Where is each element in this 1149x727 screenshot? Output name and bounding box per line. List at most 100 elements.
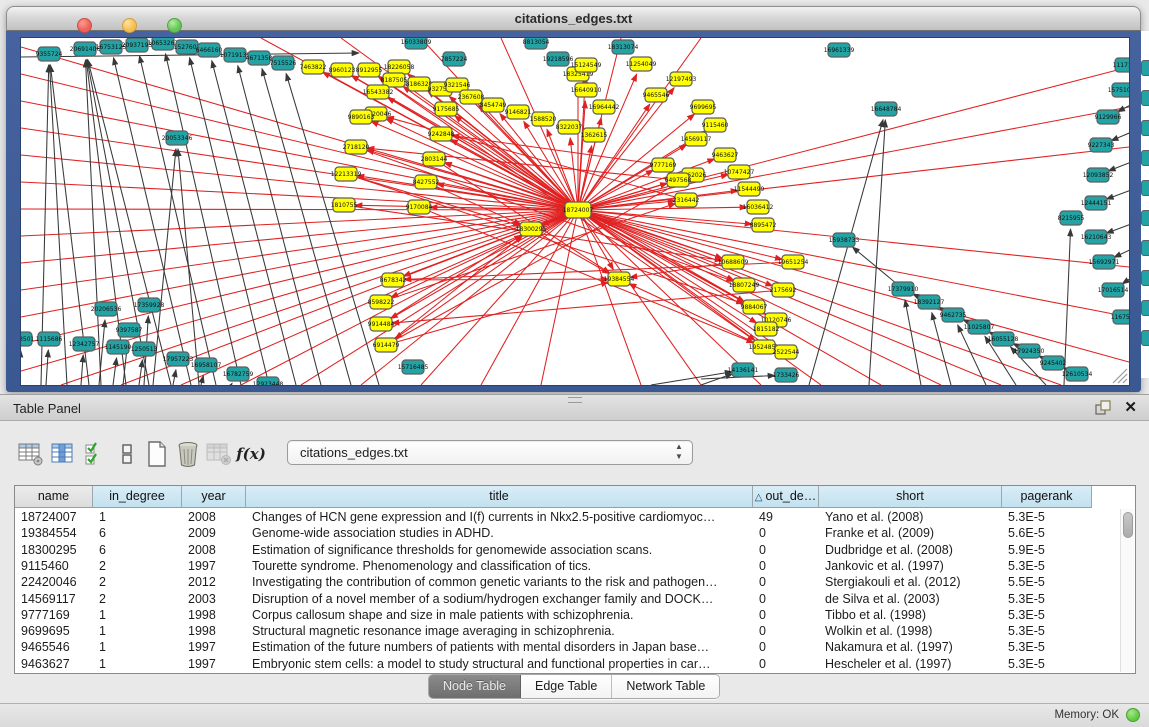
graph-node[interactable]: 11025807	[964, 320, 995, 334]
graph-node[interactable]: 16961339	[824, 43, 855, 57]
table-cell[interactable]: 1997	[182, 639, 246, 655]
graph-node[interactable]: 9884067	[741, 300, 768, 314]
table-cell[interactable]: Wolkin et al. (1998)	[819, 623, 1002, 639]
table-cell[interactable]: Tibbo et al. (1998)	[819, 607, 1002, 623]
table-cell[interactable]: 2008	[182, 542, 246, 558]
table-cell[interactable]: Estimation of the future numbers of pati…	[246, 639, 753, 655]
graph-node[interactable]: 8813054	[523, 38, 550, 49]
table-cell[interactable]: 2008	[182, 509, 246, 525]
graph-node[interactable]: 9170084	[406, 200, 433, 214]
graph-node[interactable]: 7857224	[441, 52, 468, 66]
graph-node[interactable]: 1362615	[581, 128, 608, 142]
split-pane-handle[interactable]	[568, 397, 582, 403]
graph-node[interactable]: 12342757	[69, 337, 100, 351]
table-cell[interactable]: 2012	[182, 574, 246, 590]
graph-node[interactable]: 8912955	[356, 63, 383, 77]
graph-node[interactable]: 8895472	[750, 218, 777, 232]
table-cell[interactable]: 9465546	[15, 639, 93, 655]
graph-node[interactable]: 15124549	[571, 58, 602, 72]
table-cell[interactable]: 0	[753, 591, 819, 607]
table-cell[interactable]: 1	[93, 509, 182, 525]
graph-node[interactable]: 9397587	[116, 323, 143, 337]
graph-node[interactable]: 19218596	[543, 52, 574, 66]
table-cell[interactable]: 14569117	[15, 591, 93, 607]
graph-node[interactable]: 12093852	[1083, 168, 1114, 182]
graph-node[interactable]: 8427552	[413, 175, 440, 189]
table-cell[interactable]: Yano et al. (2008)	[819, 509, 1002, 525]
delete-trash-button[interactable]	[173, 439, 203, 469]
resize-grip[interactable]	[1113, 369, 1127, 383]
table-cell[interactable]: Tourette syndrome. Phenomenology and cla…	[246, 558, 753, 574]
table-row[interactable]: 2242004622012Investigating the contribut…	[15, 574, 1135, 590]
function-builder-button[interactable]: f(x)	[236, 439, 266, 469]
table-cell[interactable]: 5.3E-5	[1002, 509, 1092, 525]
table-cell[interactable]: 0	[753, 525, 819, 541]
graph-node[interactable]: 2718120	[343, 140, 370, 154]
table-row[interactable]: 977716911998Corpus callosum shape and si…	[15, 607, 1135, 623]
tab-edge-table[interactable]: Edge Table	[521, 675, 612, 698]
graph-node[interactable]: 11544499	[734, 182, 765, 196]
graph-node[interactable]: 14136141	[728, 363, 759, 377]
table-cell[interactable]: de Silva et al. (2003)	[819, 591, 1002, 607]
graph-node[interactable]: 9146821	[505, 105, 532, 119]
graph-node[interactable]: 2522544	[773, 345, 800, 359]
graph-node[interactable]: 9914484	[368, 317, 395, 331]
graph-node[interactable]: 9699695	[690, 100, 717, 114]
table-cell[interactable]: 1997	[182, 656, 246, 672]
table-cell[interactable]: Corpus callosum shape and size in male p…	[246, 607, 753, 623]
table-row[interactable]: 946362711997Embryonic stem cells: a mode…	[15, 656, 1135, 672]
table-cell[interactable]: 5.6E-5	[1002, 525, 1092, 541]
graph-node[interactable]: 9462735	[940, 308, 967, 322]
table-cell[interactable]: Estimation of significance thresholds fo…	[246, 542, 753, 558]
table-cell[interactable]: Hescheler et al. (1997)	[819, 656, 1002, 672]
graph-node[interactable]: 9115460	[702, 118, 729, 132]
column-header-pagerank[interactable]: pagerank	[1002, 486, 1092, 508]
graph-node[interactable]: 16543382	[363, 85, 394, 99]
graph-node[interactable]: 16033809	[401, 38, 432, 49]
table-cell[interactable]: 0	[753, 623, 819, 639]
scrollbar-thumb[interactable]	[1123, 512, 1133, 538]
graph-node[interactable]: 20053346	[162, 131, 193, 145]
table-cell[interactable]: Changes of HCN gene expression and I(f) …	[246, 509, 753, 525]
table-cell[interactable]: Embryonic stem cells: a model to study s…	[246, 656, 753, 672]
column-visibility-button[interactable]	[48, 439, 78, 469]
table-cell[interactable]: 1998	[182, 623, 246, 639]
table-cell[interactable]: 9463627	[15, 656, 93, 672]
graph-node[interactable]: 18807249	[729, 278, 760, 292]
graph-node[interactable]: 16782759	[223, 367, 254, 381]
table-row[interactable]: 1456911722003Disruption of a novel membe…	[15, 591, 1135, 607]
table-cell[interactable]: 2	[93, 558, 182, 574]
table-cell[interactable]: 5.3E-5	[1002, 591, 1092, 607]
graph-node[interactable]: 16055128	[988, 332, 1019, 346]
table-cell[interactable]: 0	[753, 656, 819, 672]
graph-node[interactable]: 14569117	[681, 132, 712, 146]
table-cell[interactable]: 2	[93, 591, 182, 607]
table-cell[interactable]: Nakamura et al. (1997)	[819, 639, 1002, 655]
table-selector-dropdown[interactable]: citations_edges.txt ▲▼	[287, 440, 693, 465]
table-cell[interactable]: 9115460	[15, 558, 93, 574]
table-vertical-scrollbar[interactable]	[1120, 509, 1134, 672]
graph-node[interactable]: 1815182	[753, 322, 780, 336]
graph-node[interactable]: 16648784	[871, 102, 902, 116]
graph-node[interactable]: 18392127	[914, 295, 945, 309]
table-cell[interactable]: 1997	[182, 558, 246, 574]
graph-node[interactable]: 9465546	[643, 88, 670, 102]
graph-node[interactable]: 8598222	[368, 295, 395, 309]
table-cell[interactable]: 18300295	[15, 542, 93, 558]
graph-node[interactable]: 8322037	[556, 120, 583, 134]
graph-node[interactable]: 8960123	[329, 63, 356, 77]
table-row[interactable]: 1830029562008Estimation of significance …	[15, 542, 1135, 558]
table-panel-header[interactable]: Table Panel ✕	[0, 394, 1149, 421]
column-header-short[interactable]: short	[819, 486, 1002, 508]
graph-node[interactable]: 9463627	[712, 148, 739, 162]
table-cell[interactable]: 1	[93, 623, 182, 639]
table-cell[interactable]: 0	[753, 607, 819, 623]
table-row[interactable]: 946554611997Estimation of the future num…	[15, 639, 1135, 655]
graph-node[interactable]: 18724007	[563, 202, 594, 218]
graph-node[interactable]: 9129966	[1095, 110, 1122, 124]
table-cell[interactable]: 2	[93, 574, 182, 590]
table-cell[interactable]: 9699695	[15, 623, 93, 639]
graph-node[interactable]: 16964442	[589, 100, 620, 114]
graph-node[interactable]: 1810755	[331, 198, 358, 212]
column-select-button[interactable]	[80, 439, 110, 469]
